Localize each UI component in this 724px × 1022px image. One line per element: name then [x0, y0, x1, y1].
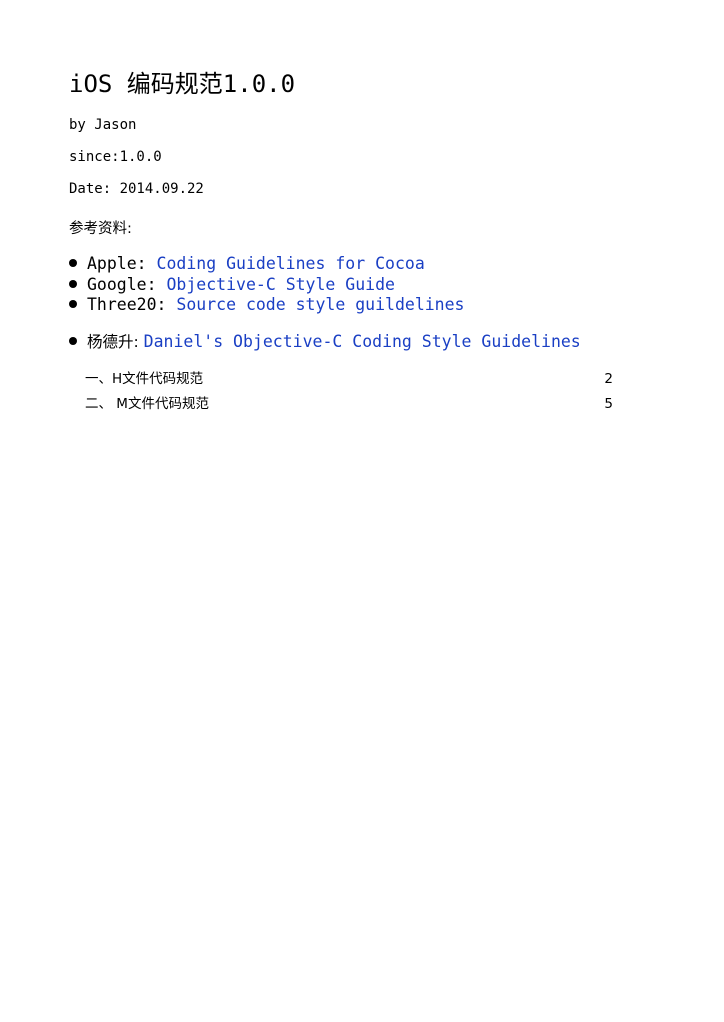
- toc-entry-page-number: 2: [604, 371, 613, 387]
- bullet-icon: [69, 259, 77, 267]
- reference-link-apple[interactable]: Coding Guidelines for Cocoa: [157, 254, 425, 273]
- document-page: iOS 编码规范1.0.0 by Jason since:1.0.0 Date:…: [0, 0, 724, 1022]
- reference-link-daniel[interactable]: Daniel's Objective-C Coding Style Guidel…: [144, 332, 581, 351]
- reference-link-three20[interactable]: Source code style guildelines: [176, 295, 464, 314]
- author-line: by Jason: [69, 117, 137, 133]
- bullet-icon: [69, 337, 77, 345]
- reference-source: 杨德升:: [87, 333, 144, 351]
- document-title: iOS 编码规范1.0.0: [69, 70, 296, 98]
- bullet-icon: [69, 280, 77, 288]
- since-line: since:1.0.0: [69, 149, 162, 165]
- reference-link-google[interactable]: Objective-C Style Guide: [166, 275, 394, 294]
- toc-entry-page-number: 5: [604, 396, 613, 412]
- reference-item-three20: Three20: Source code style guildelines: [69, 294, 465, 316]
- date-line: Date: 2014.09.22: [69, 181, 204, 197]
- toc-entry-m-file[interactable]: 二、 M文件代码规范 5: [85, 395, 613, 413]
- reference-item-apple: Apple: Coding Guidelines for Cocoa: [69, 253, 425, 275]
- reference-source: Apple:: [87, 254, 157, 273]
- reference-item-google: Google: Objective-C Style Guide: [69, 274, 395, 296]
- reference-source: Three20:: [87, 295, 177, 314]
- toc-entry-label: 二、 M文件代码规范: [85, 396, 209, 412]
- references-heading: 参考资料:: [69, 221, 132, 237]
- bullet-icon: [69, 300, 77, 308]
- reference-item-daniel: 杨德升: Daniel's Objective-C Coding Style G…: [69, 331, 581, 353]
- reference-source: Google:: [87, 275, 167, 294]
- toc-entry-label: 一、H文件代码规范: [85, 371, 204, 387]
- toc-entry-h-file[interactable]: 一、H文件代码规范 2: [85, 370, 613, 388]
